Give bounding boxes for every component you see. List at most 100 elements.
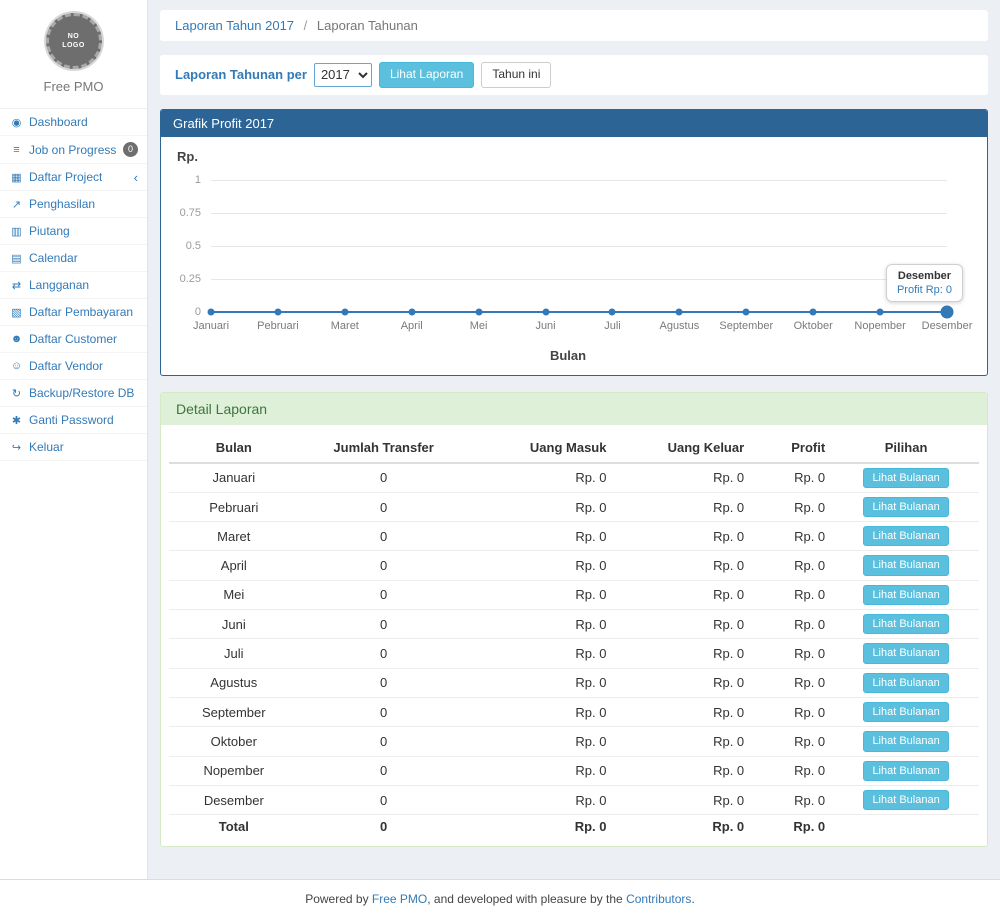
action-cell: Lihat Bulanan bbox=[833, 727, 979, 756]
report-row: Januari0Rp. 0Rp. 0Rp. 0Lihat Bulanan bbox=[169, 463, 979, 493]
footer-text-prefix: Powered by bbox=[305, 892, 372, 906]
data-point-pebruari[interactable] bbox=[274, 308, 281, 315]
month-cell: September bbox=[169, 697, 299, 726]
report-row: Pebruari0Rp. 0Rp. 0Rp. 0Lihat Bulanan bbox=[169, 492, 979, 521]
dashboard-icon: ◉ bbox=[9, 116, 24, 129]
x-tick-label: Oktober bbox=[794, 320, 833, 332]
view-month-button[interactable]: Lihat Bulanan bbox=[863, 614, 948, 634]
month-cell: Total bbox=[169, 815, 299, 839]
view-report-button[interactable]: Lihat Laporan bbox=[379, 62, 474, 88]
report-row: Desember0Rp. 0Rp. 0Rp. 0Lihat Bulanan bbox=[169, 785, 979, 814]
sidebar-item-label: Ganti Password bbox=[29, 413, 114, 427]
sidebar-item-langganan[interactable]: ⇄Langganan bbox=[0, 272, 147, 299]
chevron-left-icon: ‹ bbox=[134, 171, 138, 184]
view-month-button[interactable]: Lihat Bulanan bbox=[863, 526, 948, 546]
view-month-button[interactable]: Lihat Bulanan bbox=[863, 585, 948, 605]
view-month-button[interactable]: Lihat Bulanan bbox=[863, 468, 948, 488]
this-year-button[interactable]: Tahun ini bbox=[481, 62, 551, 88]
money-in-cell: Rp. 0 bbox=[469, 727, 615, 756]
data-point-agustus[interactable] bbox=[676, 308, 683, 315]
sidebar-item-daftar-vendor[interactable]: ☺Daftar Vendor bbox=[0, 353, 147, 380]
tooltip-title: Desember bbox=[897, 270, 952, 282]
logo-text: NO LOGO bbox=[60, 32, 88, 50]
action-cell: Lihat Bulanan bbox=[833, 697, 979, 726]
action-cell: Lihat Bulanan bbox=[833, 610, 979, 639]
footer-contributors-link[interactable]: Contributors bbox=[626, 892, 691, 906]
view-month-button[interactable]: Lihat Bulanan bbox=[863, 731, 948, 751]
money-out-cell: Rp. 0 bbox=[614, 815, 752, 839]
x-tick-label: Juli bbox=[604, 320, 621, 332]
profit-cell: Rp. 0 bbox=[752, 697, 833, 726]
sidebar-item-daftar-customer[interactable]: ☻Daftar Customer bbox=[0, 326, 147, 353]
breadcrumb-link[interactable]: Laporan Tahun 2017 bbox=[175, 18, 294, 33]
sidebar-item-dashboard[interactable]: ◉ Dashboard bbox=[0, 109, 147, 136]
transfer-cell: 0 bbox=[299, 522, 469, 551]
view-month-button[interactable]: Lihat Bulanan bbox=[863, 790, 948, 810]
total-row: Total0Rp. 0Rp. 0Rp. 0 bbox=[169, 815, 979, 839]
plot-area: Desember Profit Rp: 0 10.750.50.250Janua… bbox=[211, 180, 947, 312]
month-cell: Oktober bbox=[169, 727, 299, 756]
view-month-button[interactable]: Lihat Bulanan bbox=[863, 673, 948, 693]
sidebar-item-ganti-password[interactable]: ✱Ganti Password bbox=[0, 407, 147, 434]
transfer-cell: 0 bbox=[299, 580, 469, 609]
money-in-cell: Rp. 0 bbox=[469, 785, 615, 814]
sidebar-item-keluar[interactable]: ↪Keluar bbox=[0, 434, 147, 461]
report-row: Oktober0Rp. 0Rp. 0Rp. 0Lihat Bulanan bbox=[169, 727, 979, 756]
sidebar-item-calendar[interactable]: ▤Calendar bbox=[0, 245, 147, 272]
report-row: Maret0Rp. 0Rp. 0Rp. 0Lihat Bulanan bbox=[169, 522, 979, 551]
footer: Powered by Free PMO, and developed with … bbox=[0, 879, 1000, 918]
x-axis-title: Bulan bbox=[175, 348, 961, 363]
x-tick-label: Maret bbox=[331, 320, 359, 332]
profit-chart-panel: Grafik Profit 2017 Rp. Desember Profit R… bbox=[160, 109, 988, 376]
profit-cell: Rp. 0 bbox=[752, 463, 833, 493]
detail-panel-title: Detail Laporan bbox=[161, 393, 987, 425]
receivable-icon: ▥ bbox=[9, 225, 24, 238]
sidebar-item-piutang[interactable]: ▥Piutang bbox=[0, 218, 147, 245]
money-in-cell: Rp. 0 bbox=[469, 551, 615, 580]
data-point-maret[interactable] bbox=[341, 308, 348, 315]
sidebar-item-daftar-project[interactable]: ▦Daftar Project‹ bbox=[0, 164, 147, 191]
month-cell: April bbox=[169, 551, 299, 580]
data-point-juni[interactable] bbox=[542, 308, 549, 315]
y-tick-label: 0.25 bbox=[180, 273, 201, 285]
data-point-oktober[interactable] bbox=[810, 308, 817, 315]
breadcrumb: Laporan Tahun 2017 / Laporan Tahunan bbox=[160, 10, 988, 41]
data-point-desember[interactable] bbox=[941, 305, 954, 318]
data-point-nopember[interactable] bbox=[877, 308, 884, 315]
data-point-september[interactable] bbox=[743, 308, 750, 315]
month-cell: Juli bbox=[169, 639, 299, 668]
view-month-button[interactable]: Lihat Bulanan bbox=[863, 702, 948, 722]
customers-icon: ☻ bbox=[9, 333, 24, 345]
profit-cell: Rp. 0 bbox=[752, 522, 833, 551]
view-month-button[interactable]: Lihat Bulanan bbox=[863, 497, 948, 517]
x-tick-label: Mei bbox=[470, 320, 488, 332]
main-content: Laporan Tahun 2017 / Laporan Tahunan Lap… bbox=[148, 0, 1000, 879]
sidebar-item-job-on-progress[interactable]: ≡Job on Progress0 bbox=[0, 136, 147, 164]
sidebar-item-label: Dashboard bbox=[29, 115, 88, 129]
action-cell: Lihat Bulanan bbox=[833, 522, 979, 551]
sidebar-item-label: Penghasilan bbox=[29, 197, 95, 211]
year-select[interactable]: 2017 bbox=[314, 63, 372, 87]
month-cell: Maret bbox=[169, 522, 299, 551]
view-month-button[interactable]: Lihat Bulanan bbox=[863, 643, 948, 663]
sidebar-item-penghasilan[interactable]: ↗Penghasilan bbox=[0, 191, 147, 218]
action-cell: Lihat Bulanan bbox=[833, 492, 979, 521]
sidebar-item-daftar-pembayaran[interactable]: ▧Daftar Pembayaran bbox=[0, 299, 147, 326]
data-point-april[interactable] bbox=[408, 308, 415, 315]
data-point-juli[interactable] bbox=[609, 308, 616, 315]
sidebar-item-backup-restore-db[interactable]: ↻Backup/Restore DB bbox=[0, 380, 147, 407]
month-cell: Januari bbox=[169, 463, 299, 493]
gridline: 0.25 bbox=[211, 279, 947, 280]
footer-brand-link[interactable]: Free PMO bbox=[372, 892, 427, 906]
transfer-cell: 0 bbox=[299, 492, 469, 521]
sidebar-item-label: Langganan bbox=[29, 278, 89, 292]
money-out-cell: Rp. 0 bbox=[614, 697, 752, 726]
sidebar-menu: ◉ Dashboard ≡Job on Progress0▦Daftar Proje… bbox=[0, 108, 147, 461]
view-month-button[interactable]: Lihat Bulanan bbox=[863, 555, 948, 575]
gridline: 0.75 bbox=[211, 213, 947, 214]
data-point-januari[interactable] bbox=[208, 308, 215, 315]
money-out-cell: Rp. 0 bbox=[614, 785, 752, 814]
profit-cell: Rp. 0 bbox=[752, 815, 833, 839]
data-point-mei[interactable] bbox=[475, 308, 482, 315]
view-month-button[interactable]: Lihat Bulanan bbox=[863, 761, 948, 781]
